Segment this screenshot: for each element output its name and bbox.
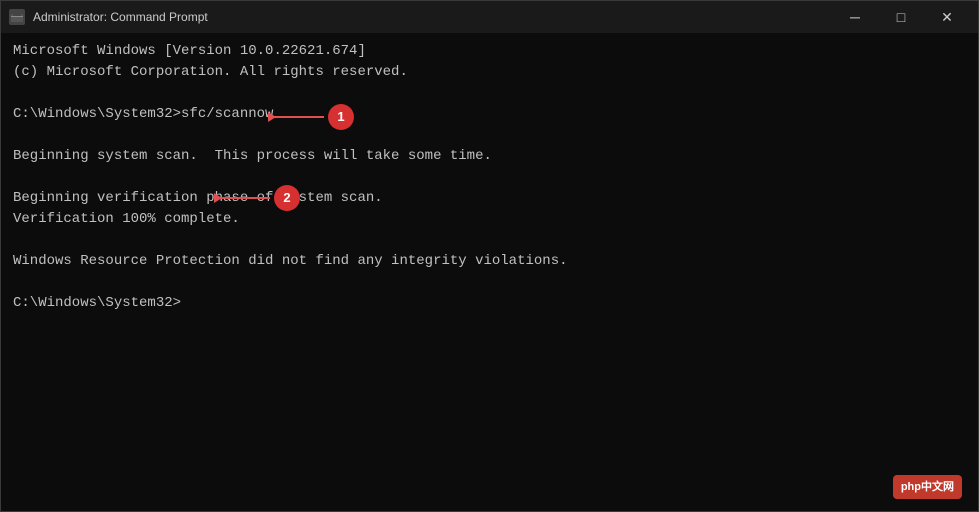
terminal-empty bbox=[13, 125, 966, 146]
watermark: php中文网 bbox=[893, 475, 962, 500]
window-controls: ─ □ ✕ bbox=[832, 1, 970, 33]
cmd-window: Administrator: Command Prompt ─ □ ✕ Micr… bbox=[0, 0, 979, 512]
terminal-empty bbox=[13, 83, 966, 104]
terminal-line: Beginning system scan. This process will… bbox=[13, 146, 966, 167]
terminal-line: Verification 100% complete. bbox=[13, 209, 966, 230]
watermark-text: php中文网 bbox=[901, 479, 954, 496]
maximize-button[interactable]: □ bbox=[878, 1, 924, 33]
terminal-empty bbox=[13, 272, 966, 293]
terminal-body[interactable]: Microsoft Windows [Version 10.0.22621.67… bbox=[1, 33, 978, 511]
window-icon bbox=[9, 9, 25, 25]
terminal-command: C:\Windows\System32>sfc/scannow bbox=[13, 104, 966, 125]
terminal-line: Beginning verification phase of system s… bbox=[13, 188, 966, 209]
terminal-line: (c) Microsoft Corporation. All rights re… bbox=[13, 62, 966, 83]
close-button[interactable]: ✕ bbox=[924, 1, 970, 33]
terminal-prompt: C:\Windows\System32> bbox=[13, 293, 966, 314]
terminal-result: Windows Resource Protection did not find… bbox=[13, 251, 966, 272]
terminal-empty bbox=[13, 230, 966, 251]
terminal-empty bbox=[13, 167, 966, 188]
minimize-button[interactable]: ─ bbox=[832, 1, 878, 33]
terminal-line: Microsoft Windows [Version 10.0.22621.67… bbox=[13, 41, 966, 62]
window-title: Administrator: Command Prompt bbox=[33, 10, 832, 24]
title-bar: Administrator: Command Prompt ─ □ ✕ bbox=[1, 1, 978, 33]
